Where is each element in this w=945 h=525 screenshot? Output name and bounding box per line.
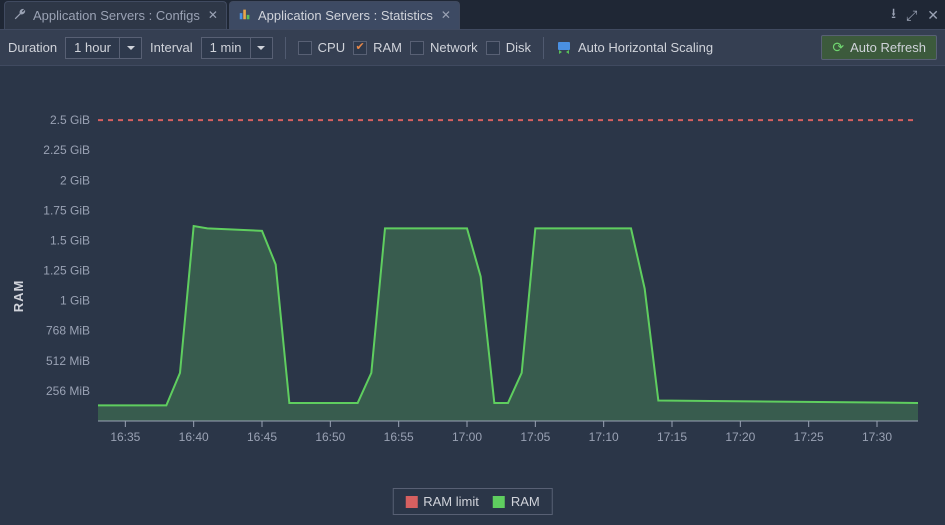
svg-text:17:20: 17:20 bbox=[725, 430, 755, 444]
checkbox-icon bbox=[486, 41, 500, 55]
svg-text:17:10: 17:10 bbox=[589, 430, 619, 444]
svg-text:768 MiB: 768 MiB bbox=[46, 324, 90, 338]
checkbox-icon bbox=[298, 41, 312, 55]
checkbox-icon bbox=[353, 41, 367, 55]
svg-text:17:25: 17:25 bbox=[794, 430, 824, 444]
refresh-icon: ⟳ bbox=[832, 39, 844, 56]
chevron-down-icon bbox=[119, 37, 141, 59]
close-icon[interactable]: ✕ bbox=[208, 8, 218, 22]
expand-icon[interactable]: ⤢ bbox=[906, 7, 917, 24]
refresh-label: Auto Refresh bbox=[850, 40, 926, 55]
svg-text:1 GiB: 1 GiB bbox=[60, 294, 90, 308]
legend-label: RAM bbox=[511, 494, 540, 509]
svg-text:1.75 GiB: 1.75 GiB bbox=[43, 203, 90, 217]
checkbox-label: RAM bbox=[373, 40, 402, 55]
svg-text:17:00: 17:00 bbox=[452, 430, 482, 444]
svg-text:2.5 GiB: 2.5 GiB bbox=[50, 113, 90, 127]
svg-text:17:15: 17:15 bbox=[657, 430, 687, 444]
ram-checkbox[interactable]: RAM bbox=[353, 40, 402, 55]
interval-select[interactable]: 1 min bbox=[201, 37, 273, 59]
auto-horizontal-scaling-button[interactable]: Auto Horizontal Scaling bbox=[556, 40, 713, 56]
svg-text:512 MiB: 512 MiB bbox=[46, 354, 90, 368]
svg-text:16:35: 16:35 bbox=[110, 430, 140, 444]
checkbox-icon bbox=[410, 41, 424, 55]
ram-chart[interactable]: 256 MiB 512 MiB 768 MiB 1 GiB 1.25 GiB 1.5 Gi… bbox=[28, 76, 933, 476]
duration-select[interactable]: 1 hour bbox=[65, 37, 142, 59]
legend-swatch-icon bbox=[493, 496, 505, 508]
legend-item-ram-limit: RAM limit bbox=[405, 494, 479, 509]
chart-legend: RAM limit RAM bbox=[392, 488, 553, 515]
bar-chart-icon bbox=[238, 7, 252, 24]
interval-label: Interval bbox=[150, 40, 193, 55]
svg-text:1.5 GiB: 1.5 GiB bbox=[50, 233, 90, 247]
svg-text:2 GiB: 2 GiB bbox=[60, 173, 90, 187]
svg-text:16:40: 16:40 bbox=[179, 430, 209, 444]
legend-label: RAM limit bbox=[423, 494, 479, 509]
svg-text:17:30: 17:30 bbox=[862, 430, 892, 444]
checkbox-label: Network bbox=[430, 40, 478, 55]
svg-text:16:50: 16:50 bbox=[315, 430, 345, 444]
svg-text:16:55: 16:55 bbox=[384, 430, 414, 444]
chart-area: RAM 256 MiB 512 MiB 768 MiB 1 GiB 1.25 GiB 1.… bbox=[0, 66, 945, 525]
disk-checkbox[interactable]: Disk bbox=[486, 40, 531, 55]
toolbar: Duration 1 hour Interval 1 min CPU RAM N… bbox=[0, 30, 945, 66]
duration-label: Duration bbox=[8, 40, 57, 55]
duration-value: 1 hour bbox=[66, 40, 119, 55]
svg-text:2.25 GiB: 2.25 GiB bbox=[43, 143, 90, 157]
cpu-checkbox[interactable]: CPU bbox=[298, 40, 345, 55]
legend-swatch-icon bbox=[405, 496, 417, 508]
checkbox-label: Disk bbox=[506, 40, 531, 55]
checkbox-label: CPU bbox=[318, 40, 345, 55]
legend-item-ram: RAM bbox=[493, 494, 540, 509]
tabstrip-actions: ⭳ ⤢ ✕ bbox=[891, 0, 939, 30]
ahs-label: Auto Horizontal Scaling bbox=[578, 40, 713, 55]
download-icon[interactable]: ⭳ bbox=[891, 3, 896, 27]
network-checkbox[interactable]: Network bbox=[410, 40, 478, 55]
tab-configs[interactable]: Application Servers : Configs ✕ bbox=[4, 1, 227, 29]
chevron-down-icon bbox=[250, 37, 272, 59]
toolbar-divider bbox=[285, 37, 286, 59]
tab-statistics[interactable]: Application Servers : Statistics ✕ bbox=[229, 1, 460, 29]
tab-label: Application Servers : Configs bbox=[33, 8, 200, 23]
auto-refresh-button[interactable]: ⟳ Auto Refresh bbox=[821, 35, 937, 60]
scaling-icon bbox=[556, 40, 572, 56]
svg-text:1.25 GiB: 1.25 GiB bbox=[43, 264, 90, 278]
close-panel-icon[interactable]: ✕ bbox=[927, 7, 939, 24]
interval-value: 1 min bbox=[202, 40, 250, 55]
wrench-icon bbox=[13, 7, 27, 24]
close-icon[interactable]: ✕ bbox=[441, 8, 451, 22]
svg-text:17:05: 17:05 bbox=[520, 430, 550, 444]
tab-label: Application Servers : Statistics bbox=[258, 8, 433, 23]
svg-text:256 MiB: 256 MiB bbox=[46, 384, 90, 398]
tab-strip: Application Servers : Configs ✕ Applicat… bbox=[0, 0, 945, 30]
y-axis-label: RAM bbox=[11, 279, 26, 312]
svg-text:16:45: 16:45 bbox=[247, 430, 277, 444]
toolbar-divider bbox=[543, 37, 544, 59]
